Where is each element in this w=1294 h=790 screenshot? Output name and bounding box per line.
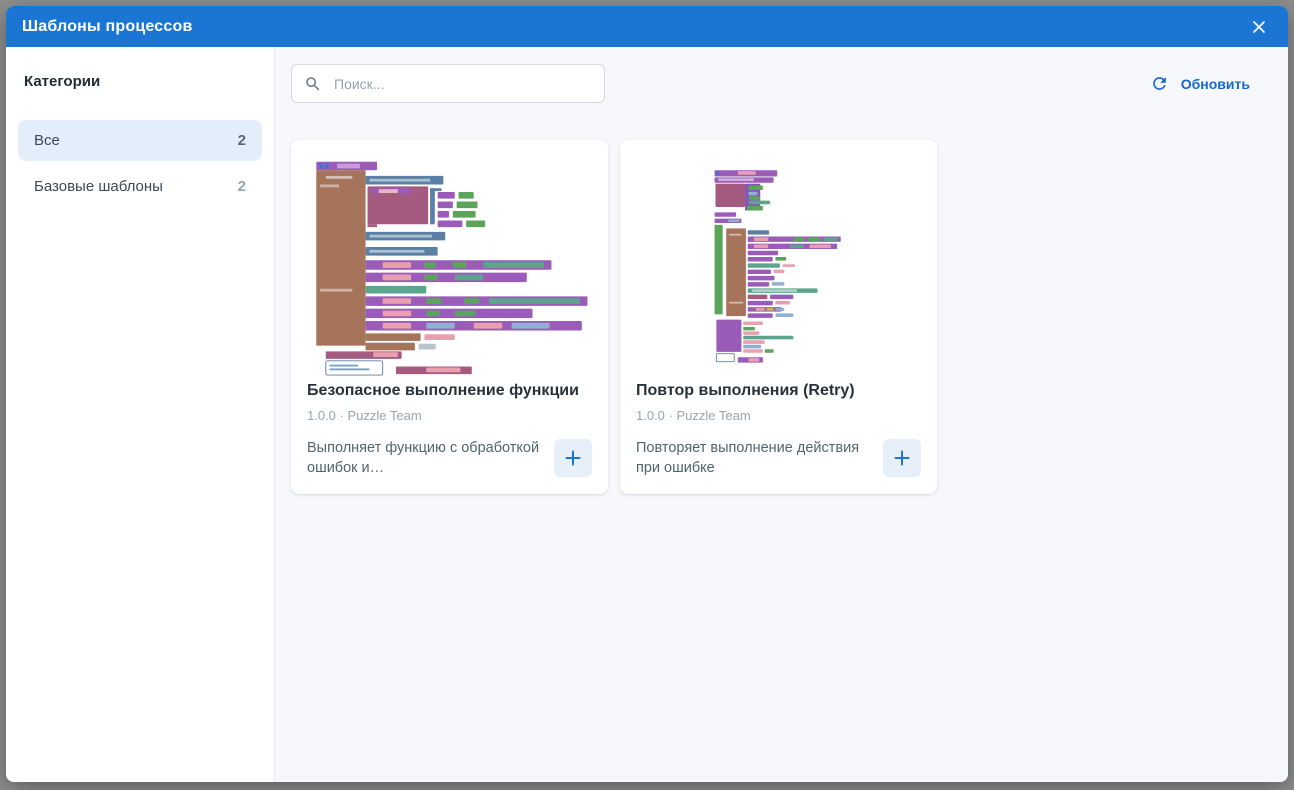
plus-icon xyxy=(894,450,910,466)
templates-content: Обновить xyxy=(275,47,1288,782)
modal-header: Шаблоны процессов xyxy=(6,6,1288,47)
add-template-button[interactable] xyxy=(554,439,592,477)
template-title: Повтор выполнения (Retry) xyxy=(636,382,855,399)
category-label: Все xyxy=(34,132,60,149)
blockly-thumbnail-icon xyxy=(315,161,587,376)
template-description: Выполняет функцию с обработкой ошибок и… xyxy=(307,440,540,476)
search-box[interactable] xyxy=(291,64,605,103)
sidebar-item-basic-templates[interactable]: Базовые шаблоны 2 xyxy=(18,166,262,207)
close-button[interactable] xyxy=(1246,14,1272,40)
sidebar-item-all[interactable]: Все 2 xyxy=(18,120,262,161)
template-card-safe-execution[interactable]: Безопасное выполнение функции 1.0.0 · Pu… xyxy=(291,140,608,494)
template-meta: 1.0.0 · Puzzle Team xyxy=(636,408,751,423)
template-thumbnail xyxy=(307,154,592,378)
categories-sidebar: Категории Все 2 Базовые шаблоны 2 xyxy=(6,47,275,782)
template-cards: Безопасное выполнение функции 1.0.0 · Pu… xyxy=(291,140,1256,494)
template-card-retry[interactable]: Повтор выполнения (Retry) 1.0.0 · Puzzle… xyxy=(620,140,937,494)
template-meta: 1.0.0 · Puzzle Team xyxy=(307,408,422,423)
add-template-button[interactable] xyxy=(883,439,921,477)
refresh-label: Обновить xyxy=(1180,75,1250,92)
card-footer: Повторяет выполнение действия при ошибке xyxy=(636,438,921,478)
template-title: Безопасное выполнение функции xyxy=(307,382,579,399)
category-label: Базовые шаблоны xyxy=(34,178,163,195)
screen: { "modal": { "title": "Шаблоны процессов… xyxy=(0,0,1294,790)
process-templates-modal: Шаблоны процессов Категории Все 2 Базовы… xyxy=(6,6,1288,782)
search-icon xyxy=(306,76,320,90)
toolbar: Обновить xyxy=(291,64,1256,103)
modal-title: Шаблоны процессов xyxy=(22,17,193,35)
template-description: Повторяет выполнение действия при ошибке xyxy=(636,440,860,476)
blockly-thumbnail-icon xyxy=(714,170,841,363)
plus-icon xyxy=(565,450,581,466)
sidebar-heading: Категории xyxy=(24,73,101,90)
card-footer: Выполняет функцию с обработкой ошибок и… xyxy=(307,438,592,478)
modal-body: Категории Все 2 Базовые шаблоны 2 Поиск.… xyxy=(6,47,1288,782)
template-thumbnail xyxy=(636,154,921,378)
refresh-icon xyxy=(1152,77,1166,90)
search-input[interactable] xyxy=(332,74,592,93)
category-count: 2 xyxy=(237,132,246,149)
category-count: 2 xyxy=(237,178,246,195)
close-icon xyxy=(1253,20,1265,33)
refresh-button[interactable]: Обновить xyxy=(1144,73,1256,94)
